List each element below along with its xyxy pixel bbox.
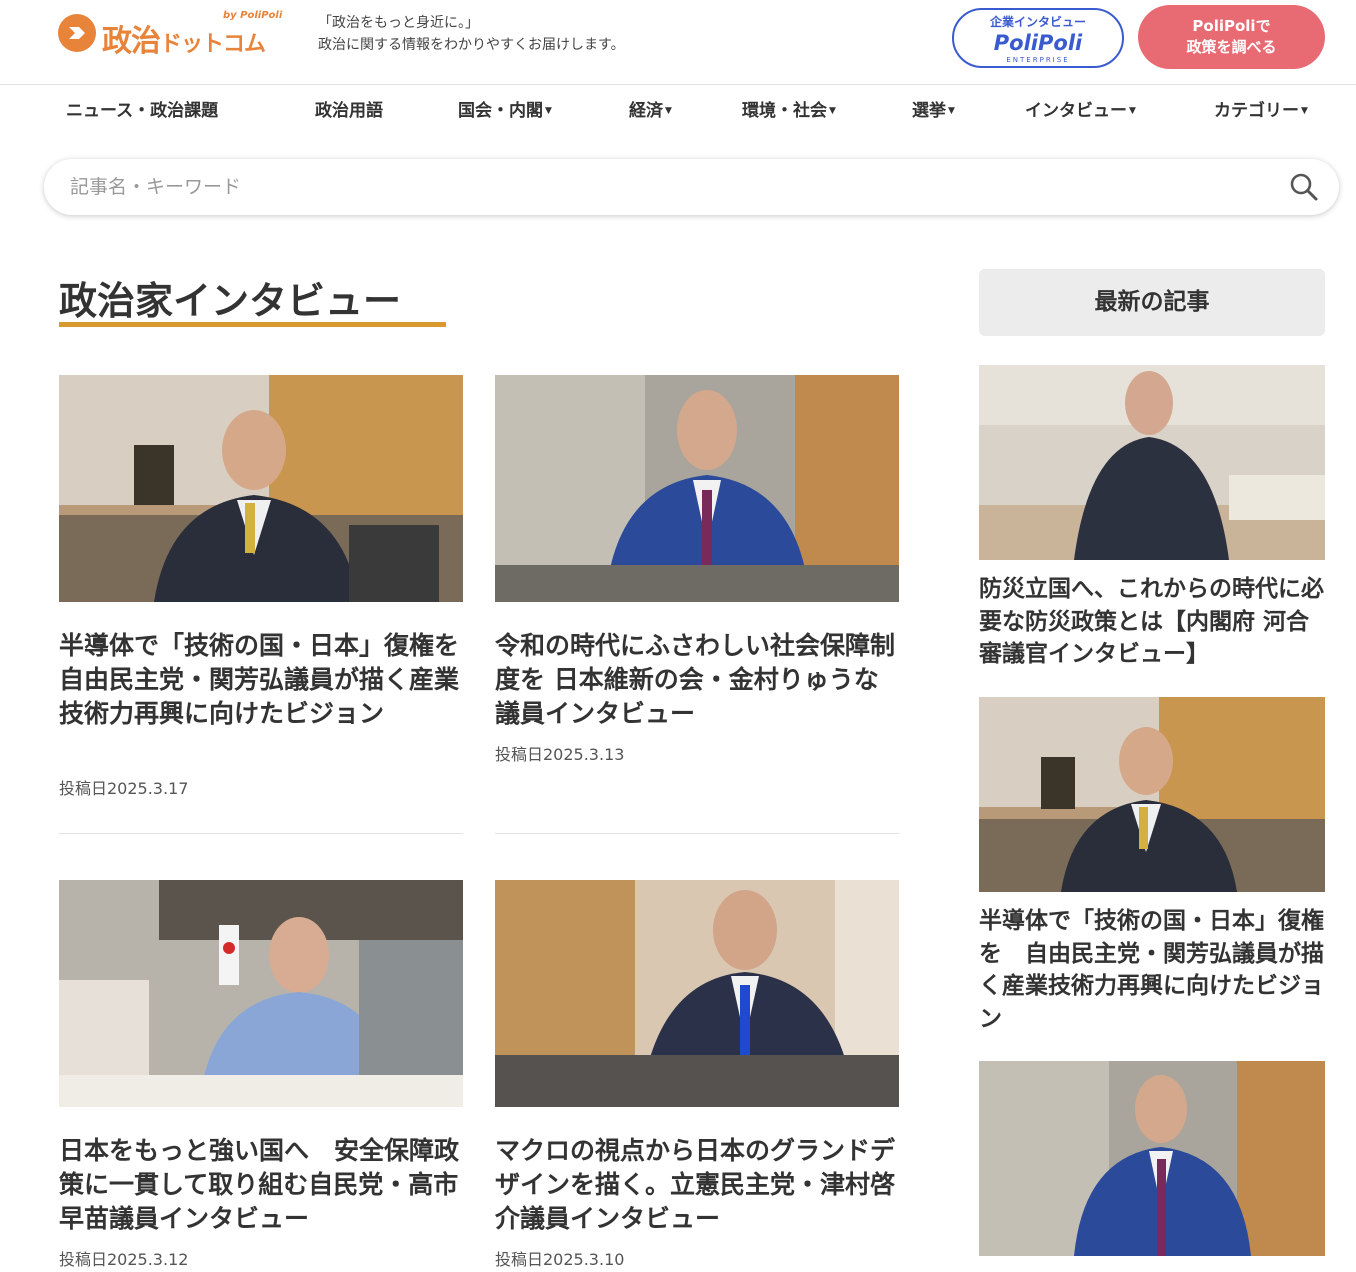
nav-label: 国会・内閣	[458, 101, 543, 121]
nav-item-economy[interactable]: 経済 ▼	[629, 96, 672, 121]
article-date: 投稿日2025.3.12	[59, 1250, 189, 1269]
search-icon[interactable]	[1289, 172, 1319, 202]
article-title[interactable]: 日本をもっと強い国へ 安全保障政策に一貫して取り組む自民党・高市早苗議員インタビ…	[59, 1134, 463, 1236]
nav-label: ニュース・政治課題	[66, 101, 219, 121]
site-header: 政治ドットコム by PoliPoli 「政治をもっと身近に。」 政治に関する情…	[0, 0, 1356, 85]
logo-main-text: 政治	[102, 24, 161, 59]
caret-down-icon: ▼	[829, 106, 836, 116]
nav-label: 政治用語	[315, 101, 383, 121]
card-divider	[495, 833, 899, 834]
main-nav: ニュース・政治課題 政治用語 国会・内閣 ▼ 経済 ▼ 環境・社会 ▼ 選挙 ▼ インタ…	[0, 86, 1356, 130]
enterprise-brand: PoliPoli	[993, 31, 1083, 55]
article-date: 投稿日2025.3.17	[59, 779, 189, 798]
enterprise-interview-button[interactable]: 企業インタビュー PoliPoli ENTERPRISE	[952, 8, 1124, 68]
nav-label: 選挙	[912, 101, 946, 121]
article-date: 投稿日2025.3.13	[495, 745, 625, 764]
enterprise-label: 企業インタビュー	[989, 15, 1086, 29]
nav-item-environment-society[interactable]: 環境・社会 ▼	[742, 96, 836, 121]
policy-button-line-2: 政策を調べる	[1186, 38, 1277, 56]
caret-down-icon: ▼	[545, 106, 552, 116]
search-bar	[44, 159, 1339, 215]
sidebar-article-photo[interactable]	[979, 1061, 1325, 1256]
article-date: 投稿日2025.3.10	[495, 1250, 625, 1269]
tagline-line-2: 政治に関する情報をわかりやすくお届けします。	[318, 37, 625, 53]
article-photo[interactable]	[495, 880, 899, 1107]
nav-item-category[interactable]: カテゴリー ▼	[1214, 96, 1308, 121]
card-divider	[59, 833, 463, 834]
site-logo[interactable]: 政治ドットコム by PoliPoli	[58, 10, 282, 59]
section-title: 政治家インタビュー	[59, 279, 402, 323]
caret-down-icon: ▼	[1301, 106, 1308, 116]
caret-down-icon: ▼	[1129, 106, 1136, 116]
nav-item-news[interactable]: ニュース・政治課題	[66, 96, 218, 121]
article-title[interactable]: マクロの視点から日本のグランドデザインを描く。立憲民主党・津村啓介議員インタビュ…	[495, 1134, 899, 1236]
nav-item-election[interactable]: 選挙 ▼	[912, 96, 955, 121]
nav-label: 環境・社会	[742, 101, 827, 121]
section-title-underline	[59, 322, 446, 327]
nav-label: インタビュー	[1025, 101, 1127, 121]
article-photo[interactable]	[495, 375, 899, 602]
tagline-line-1: 「政治をもっと身近に。」	[318, 15, 479, 31]
article-title[interactable]: 令和の時代にふさわしい社会保障制度を 日本維新の会・金村りゅうな議員インタビュー	[495, 629, 899, 731]
search-input[interactable]	[70, 169, 1270, 205]
latest-articles-heading: 最新の記事	[979, 269, 1325, 336]
nav-item-glossary[interactable]: 政治用語	[315, 96, 383, 121]
sidebar-article-photo[interactable]	[979, 365, 1325, 560]
sidebar-article-title[interactable]: 防災立国へ、これからの時代に必要な防災政策とは【内閣府 河合審議官インタビュー】	[979, 573, 1325, 671]
logo-mark-icon	[58, 14, 96, 52]
caret-down-icon: ▼	[948, 106, 955, 116]
policy-button-line-1: PoliPoliで	[1192, 17, 1271, 35]
logo-sub-text: ドットコム	[160, 32, 266, 57]
article-photo[interactable]	[59, 375, 463, 602]
logo-by-text: by PoliPoli	[223, 10, 283, 21]
nav-item-interview[interactable]: インタビュー ▼	[1025, 96, 1136, 121]
nav-label: カテゴリー	[1214, 101, 1299, 121]
sidebar-article-photo[interactable]	[979, 697, 1325, 892]
article-photo[interactable]	[59, 880, 463, 1107]
nav-item-diet-cabinet[interactable]: 国会・内閣 ▼	[458, 96, 552, 121]
nav-label: 経済	[629, 101, 663, 121]
sidebar-article-title[interactable]: 半導体で「技術の国・日本」復権を 自由民主党・関芳弘議員が描く産業技術力再興に向…	[979, 905, 1325, 1035]
caret-down-icon: ▼	[665, 106, 672, 116]
enterprise-sub: ENTERPRISE	[1006, 56, 1070, 64]
search-policy-button[interactable]: PoliPoliで 政策を調べる	[1138, 5, 1325, 69]
article-title[interactable]: 半導体で「技術の国・日本」復権を 自由民主党・関芳弘議員が描く産業技術力再興に向…	[59, 629, 484, 731]
site-tagline: 「政治をもっと身近に。」 政治に関する情報をわかりやすくお届けします。	[318, 12, 625, 56]
